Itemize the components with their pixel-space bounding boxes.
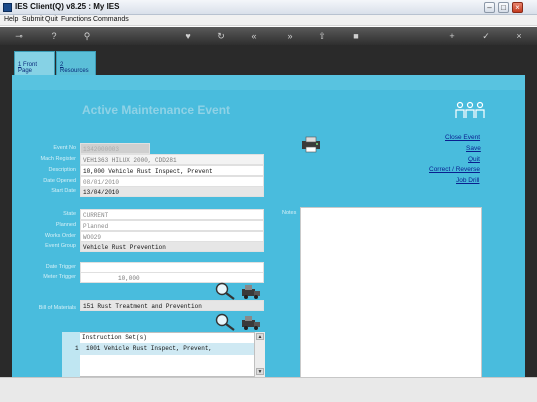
forward-icon[interactable]: » [284,30,296,42]
event-group-field[interactable]: Vehicle Rust Prevention [80,241,264,252]
menu-quit[interactable]: Quit [45,16,58,23]
bill-of-materials-field[interactable]: 151 Rust Treatment and Prevention [80,300,264,311]
refresh-icon[interactable]: ↻ [215,30,227,42]
form-header-band [12,75,525,90]
tab-front-page[interactable]: 1 Front Page [14,51,55,75]
instruction-set-header: Instruction Set(s) [82,334,147,341]
state-field[interactable]: CURRENT [80,209,264,220]
magnifier-icon[interactable] [214,313,236,331]
mach-register-label: Mach Register [40,156,76,162]
people-icon[interactable] [455,101,485,119]
event-group-label: Event Group [45,243,76,249]
notes-label: Notes [282,210,297,216]
page-title: Active Maintenance Event [82,103,231,117]
left-margin [0,75,12,377]
menu-functions[interactable]: Functions [61,16,91,23]
description-field[interactable]: 10,000 Vehicle Rust Inspect, Prevent [80,165,264,176]
start-date-field[interactable]: 13/04/2010 [80,186,264,197]
window-title: IES Client(Q) v8.25 : My IES [15,2,120,11]
start-date-label: Start Date [51,188,76,194]
instruction-row-gutter [62,332,80,377]
status-bar [0,377,537,402]
menu-help[interactable]: Help [4,16,18,23]
instruction-row-number: 1 [75,345,79,352]
date-trigger-label: Date Trigger [45,264,76,270]
correct-reverse-link[interactable]: Correct / Reverse [429,166,480,173]
menu-submit[interactable]: Submit [22,16,44,23]
truck-icon[interactable] [240,282,262,300]
event-no-label: Event No [53,145,76,151]
instruction-row-text: 1001 Vehicle Rust Inspect, Prevent, [86,345,213,352]
meter-trigger-label: Meter Trigger [43,274,76,280]
close-event-link[interactable]: Close Event [445,134,480,141]
favorite-icon[interactable]: ♥ [182,30,194,42]
planned-label: Planned [55,222,76,228]
minimize-icon[interactable]: – [484,2,495,13]
notes-textarea[interactable] [300,207,482,383]
printer-icon[interactable] [300,135,322,153]
search-icon[interactable]: ⚲ [81,30,93,42]
title-bar: IES Client(Q) v8.25 : My IES – □ × [0,0,537,15]
description-label: Description [48,167,76,173]
meter-trigger-field[interactable]: 10,000 [80,272,264,283]
instruction-scrollbar[interactable]: ▲ ▼ [254,332,265,377]
app-icon [3,3,12,12]
scroll-up-icon[interactable]: ▲ [256,333,264,340]
key-icon[interactable]: ⊸ [10,30,28,42]
maximize-icon[interactable]: □ [498,2,509,13]
menu-bar: Help Submit Quit Functions Commands [0,15,537,26]
planned-field[interactable]: Planned [80,220,264,231]
rewind-icon[interactable]: « [248,30,260,42]
state-label: State [63,211,76,217]
upload-icon[interactable]: ⇧ [316,30,328,42]
tab-label: Resources [60,68,89,74]
date-opened-label: Date Opened [43,178,76,184]
bill-of-materials-label: Bill of Materials [38,305,76,311]
mach-register-field[interactable]: VEH1363 HILUX 2000, CDD281 [80,154,264,165]
right-margin [525,75,537,377]
toolbar: ⊸ ? ⚲ ♥ ↻ « » ⇧ ■ + ✓ × [0,27,537,45]
tab-resources[interactable]: 2 Resources [56,51,96,75]
tab-label: Front Page [18,62,38,74]
scroll-down-icon[interactable]: ▼ [256,368,264,375]
quit-link[interactable]: Quit [468,156,480,163]
tab-strip: 1 Front Page 2 Resources [0,45,537,75]
menu-commands[interactable]: Commands [93,16,129,23]
save-link[interactable]: Save [466,145,481,152]
cancel-icon[interactable]: × [513,30,525,42]
stop-icon[interactable]: ■ [350,30,362,42]
works-order-label: Works Order [44,233,76,239]
close-icon[interactable]: × [512,2,523,13]
truck-icon[interactable] [240,313,262,331]
help-icon[interactable]: ? [48,30,60,42]
check-icon[interactable]: ✓ [480,30,492,42]
magnifier-icon[interactable] [214,282,236,300]
add-icon[interactable]: + [446,30,458,42]
event-no-field: 1342000003 [80,143,150,154]
job-drill-link[interactable]: Job Drill [456,177,479,184]
